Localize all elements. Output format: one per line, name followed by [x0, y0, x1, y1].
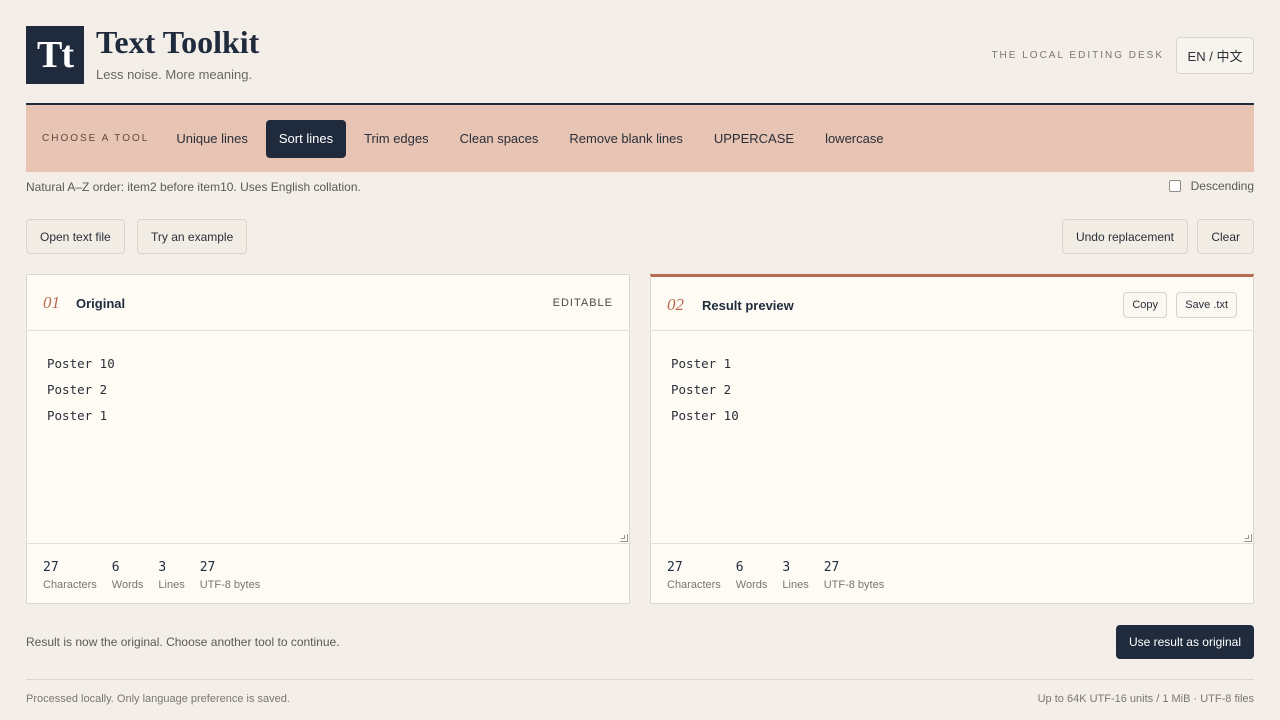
tool-hint: Natural A–Z order: item2 before item10. …: [26, 180, 361, 194]
stat-value: 27: [43, 560, 59, 575]
copy-button[interactable]: Copy: [1123, 292, 1167, 318]
result-stats: 27 Characters 6 Words 3 Lines 27 UTF-8 b…: [667, 560, 899, 591]
tool-unique-lines[interactable]: Unique lines: [163, 120, 261, 158]
tool-bar: CHOOSE A TOOL Unique lines Sort lines Tr…: [26, 105, 1254, 172]
stat-value: 6: [735, 560, 744, 575]
tool-sort-lines[interactable]: Sort lines: [265, 119, 347, 158]
result-line: Poster 1: [671, 356, 732, 371]
resize-handle-icon[interactable]: [1244, 534, 1252, 542]
original-panel: 01 Original EDITABLE Poster 10 Poster 2 …: [26, 274, 630, 604]
stat-value: 3: [782, 560, 791, 575]
resize-handle-icon[interactable]: [620, 534, 628, 542]
stat-characters: 27 Characters: [667, 560, 721, 591]
result-textarea[interactable]: Poster 1 Poster 2 Poster 10: [651, 331, 1253, 544]
footer-divider: [26, 679, 1254, 680]
desk-label: THE LOCAL EDITING DESK: [991, 50, 1164, 61]
app-title: Text Toolkit: [96, 24, 260, 60]
stat-words: 6 Words: [736, 560, 768, 591]
stat-words: 6 Words: [112, 560, 144, 591]
stat-lines: 3 Lines: [158, 560, 184, 591]
descending-checkbox[interactable]: [1168, 180, 1181, 192]
tool-lowercase[interactable]: lowercase: [812, 120, 897, 158]
stat-label: Lines: [158, 579, 185, 591]
footer-limits-note: Up to 64K UTF-16 units / 1 MiB · UTF-8 f…: [1037, 693, 1254, 705]
original-line: Poster 2: [47, 382, 108, 397]
stat-value: 27: [823, 560, 840, 575]
use-result-as-original-button[interactable]: Use result as original: [1115, 625, 1254, 659]
try-example-button[interactable]: Try an example: [137, 219, 248, 254]
original-line: Poster 10: [47, 356, 115, 371]
descending-option[interactable]: Descending: [1168, 179, 1254, 193]
app-logo: Tt: [26, 26, 84, 84]
stat-value: 6: [111, 560, 120, 575]
original-textarea[interactable]: Poster 10 Poster 2 Poster 1: [27, 331, 629, 544]
stat-value: 3: [158, 560, 167, 575]
original-stats: 27 Characters 6 Words 3 Lines 27 UTF-8 b…: [43, 560, 275, 591]
open-text-file-button[interactable]: Open text file: [26, 219, 125, 254]
stat-label: Lines: [782, 579, 809, 591]
stat-label: UTF-8 bytes: [199, 579, 261, 591]
original-panel-title: Original: [76, 296, 126, 311]
result-panel-number: 02: [667, 295, 684, 314]
footer-privacy-note: Processed locally. Only language prefere…: [26, 693, 290, 705]
stat-lines: 3 Lines: [782, 560, 808, 591]
save-txt-button[interactable]: Save .txt: [1176, 292, 1237, 318]
clear-button[interactable]: Clear: [1197, 219, 1254, 254]
stat-label: Characters: [667, 579, 721, 591]
tool-remove-blank-lines[interactable]: Remove blank lines: [556, 120, 695, 158]
tool-trim-edges[interactable]: Trim edges: [351, 120, 442, 158]
stat-label: UTF-8 bytes: [823, 579, 885, 591]
stat-bytes: 27 UTF-8 bytes: [200, 560, 261, 591]
stat-label: Words: [111, 579, 144, 591]
stat-value: 27: [667, 560, 683, 575]
result-panel: 02 Result preview Copy Save .txt Poster …: [650, 274, 1254, 604]
toolbar-label: CHOOSE A TOOL: [42, 133, 150, 144]
tool-clean-spaces[interactable]: Clean spaces: [447, 120, 552, 158]
language-toggle-button[interactable]: EN / 中文: [1176, 37, 1254, 74]
stat-label: Characters: [43, 579, 97, 591]
original-line: Poster 1: [47, 408, 108, 423]
descending-label: Descending: [1190, 179, 1254, 193]
result-line: Poster 10: [671, 408, 739, 423]
stat-value: 27: [199, 560, 216, 575]
stat-characters: 27 Characters: [43, 560, 97, 591]
undo-replacement-button[interactable]: Undo replacement: [1061, 219, 1188, 254]
original-panel-header: 01 Original EDITABLE: [27, 275, 629, 331]
stat-bytes: 27 UTF-8 bytes: [824, 560, 885, 591]
result-panel-header: 02 Result preview Copy Save .txt: [651, 277, 1253, 331]
status-message: Result is now the original. Choose anoth…: [26, 635, 340, 649]
original-panel-number: 01: [43, 293, 60, 312]
app-tagline: Less noise. More meaning.: [96, 67, 253, 82]
stat-label: Words: [735, 579, 768, 591]
editable-badge: EDITABLE: [552, 297, 613, 309]
result-panel-title: Result preview: [702, 298, 794, 313]
tool-uppercase[interactable]: UPPERCASE: [701, 120, 807, 158]
result-line: Poster 2: [671, 382, 732, 397]
